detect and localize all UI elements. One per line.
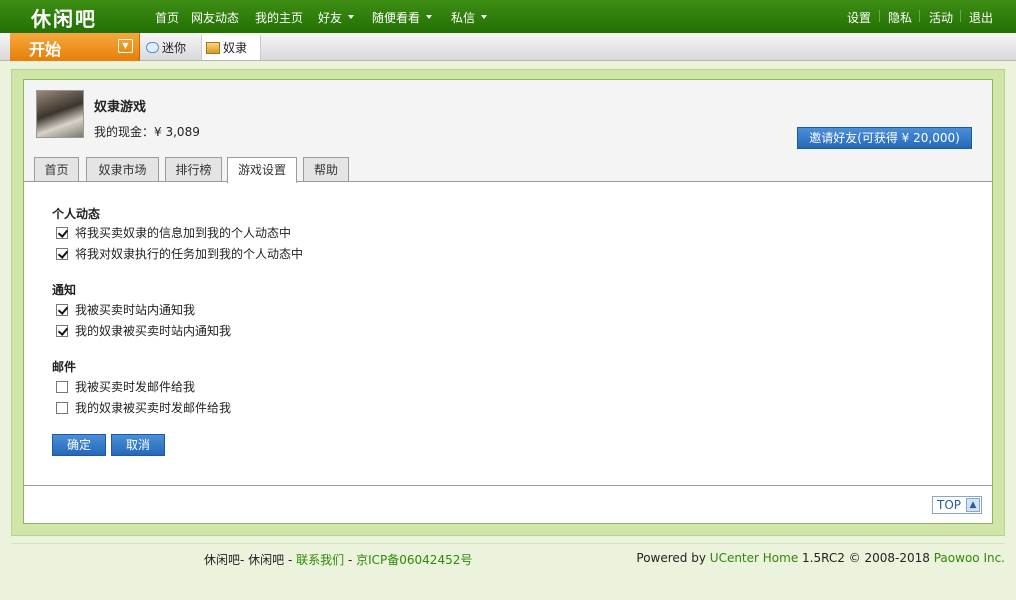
tab-leaderboard[interactable]: 排行榜 [165,157,222,182]
nav-home[interactable]: 首页 [155,9,179,26]
option-feed-trades[interactable]: 将我买卖奴隶的信息加到我的个人动态中 [56,224,291,241]
dropdown-caret-icon [481,15,488,19]
nav-logout[interactable]: 退出 [969,9,993,26]
option-notify-slave-traded[interactable]: 我的奴隶被买卖时站内通知我 [56,322,231,339]
cash-label: 我的现金： [94,125,155,139]
start-menu-button[interactable]: 开始 ▼ [10,33,140,61]
nav-events[interactable]: 活动 [929,9,953,26]
tab-game-settings[interactable]: 游戏设置 [227,157,297,183]
start-label: 开始 [29,40,62,59]
dropdown-caret-icon [426,15,433,19]
option-label: 我被买卖时发邮件给我 [75,380,196,394]
ucenter-link[interactable]: UCenter Home [710,551,798,565]
top-navigation-bar: 休闲吧 首页 网友动态 我的主页 好友 随便看看 私信 设置 隐私 活动 退出 [0,0,1016,33]
nav-messages-label: 私信 [451,11,476,25]
option-label: 我被买卖时站内通知我 [75,303,196,317]
icp-link[interactable]: 京ICP备06042452号 [356,553,472,567]
footer-site-info: 休闲吧- 休闲吧 - 联系我们 - 京ICP备06042452号 [204,551,472,568]
checkbox-unchecked[interactable] [56,402,68,414]
option-notify-self-traded[interactable]: 我被买卖时站内通知我 [56,301,195,318]
app-tab-mini[interactable]: 迷你 [142,35,200,60]
footer-site-name: 休闲吧- 休闲吧 [204,553,285,567]
app-bar: 开始 ▼ 迷你 奴隶 [0,33,1016,61]
footer-divider [11,543,1005,544]
footer-powered-by: Powered by UCenter Home 1.5RC2 © 2008-20… [636,551,1005,565]
panel-footer-divider [24,485,992,486]
box-icon [206,42,220,54]
version-text: 1.5RC2 © 2008-2018 [798,551,934,565]
section-heading-feed: 个人动态 [52,207,101,221]
option-label: 我的奴隶被买卖时站内通知我 [75,324,232,338]
nav-friends-label: 好友 [318,11,343,25]
nav-settings[interactable]: 设置 [847,9,871,26]
nav-privacy[interactable]: 隐私 [888,9,912,26]
tab-slave-market[interactable]: 奴隶市场 [86,157,159,182]
nav-messages[interactable]: 私信 [451,9,488,26]
checkbox-checked[interactable] [56,325,68,337]
app-tab-slave-label: 奴隶 [223,41,248,55]
company-link[interactable]: Paowoo Inc. [934,551,1005,565]
option-label: 我的奴隶被买卖时发邮件给我 [75,401,232,415]
nav-divider [879,10,880,22]
section-heading-email: 邮件 [52,360,77,374]
nav-divider [919,10,920,22]
nav-friends[interactable]: 好友 [318,9,355,26]
chevron-down-icon[interactable]: ▼ [118,39,133,53]
chat-bubble-icon [146,42,159,53]
option-email-slave-traded[interactable]: 我的奴隶被买卖时发邮件给我 [56,399,231,416]
invite-friends-button[interactable]: 邀请好友(可获得 ¥ 20,000) [797,127,972,149]
arrow-up-icon: ▲ [966,498,980,512]
tab-home[interactable]: 首页 [34,157,79,182]
app-tab-slave[interactable]: 奴隶 [201,35,261,60]
tab-divider [24,181,992,182]
site-logo[interactable]: 休闲吧 [31,3,97,32]
game-panel: 奴隶游戏 我的现金：¥ 3,089 邀请好友(可获得 ¥ 20,000) 首页 … [23,79,993,524]
option-label: 将我对奴隶执行的任务加到我的个人动态中 [75,247,304,261]
checkbox-checked[interactable] [56,304,68,316]
cash-display: 我的现金：¥ 3,089 [94,123,200,140]
tab-help[interactable]: 帮助 [303,157,349,182]
section-heading-notify: 通知 [52,283,77,297]
option-feed-tasks[interactable]: 将我对奴隶执行的任务加到我的个人动态中 [56,245,303,262]
nav-my-homepage[interactable]: 我的主页 [255,9,303,26]
option-label: 将我买卖奴隶的信息加到我的个人动态中 [75,226,292,240]
option-email-self-traded[interactable]: 我被买卖时发邮件给我 [56,378,195,395]
nav-friend-feed[interactable]: 网友动态 [191,9,239,26]
footer-separator: - [344,553,357,567]
powered-by-text: Powered by [636,551,710,565]
nav-browse[interactable]: 随便看看 [372,9,433,26]
checkbox-unchecked[interactable] [56,381,68,393]
dropdown-caret-icon [348,15,355,19]
panel-header: 奴隶游戏 我的现金：¥ 3,089 邀请好友(可获得 ¥ 20,000) 首页 … [24,80,992,183]
back-to-top-button[interactable]: TOP ▲ [932,496,982,514]
contact-link[interactable]: 联系我们 [296,553,344,567]
cancel-button[interactable]: 取消 [111,434,165,456]
checkbox-checked[interactable] [56,248,68,260]
page-title: 奴隶游戏 [94,100,147,115]
footer-separator: - [284,553,297,567]
currency-symbol: ¥ [154,125,162,139]
avatar[interactable] [36,90,84,138]
nav-divider [960,10,961,22]
top-label: TOP [937,498,962,512]
confirm-button[interactable]: 确定 [52,434,106,456]
app-tab-mini-label: 迷你 [162,41,187,55]
cash-value: 3,089 [165,125,200,139]
nav-browse-label: 随便看看 [372,11,421,25]
checkbox-checked[interactable] [56,227,68,239]
